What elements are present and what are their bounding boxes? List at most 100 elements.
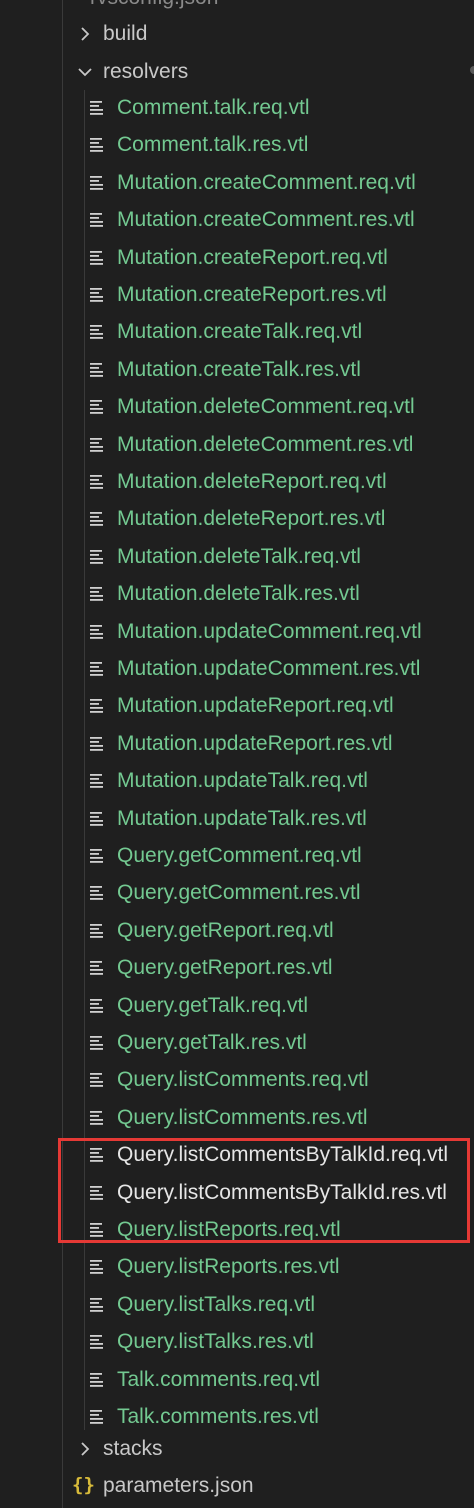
file-label: Query.listComments.res.vtl: [117, 1106, 368, 1129]
file-item[interactable]: Mutation.updateComment.req.vtl: [0, 613, 474, 650]
file-item[interactable]: Query.getTalk.res.vtl: [0, 1024, 474, 1061]
file-lines-icon: [90, 426, 107, 463]
file-item[interactable]: Query.listTalks.res.vtl: [0, 1323, 474, 1360]
file-item[interactable]: Mutation.updateReport.req.vtl: [0, 687, 474, 724]
file-item[interactable]: Query.getComment.req.vtl: [0, 837, 474, 874]
file-lines-icon: [90, 949, 107, 986]
file-label: Talk.comments.req.vtl: [117, 1368, 321, 1391]
file-parameters-json[interactable]: {} parameters.json: [0, 1467, 474, 1504]
file-item[interactable]: Mutation.updateComment.res.vtl: [0, 650, 474, 687]
file-item[interactable]: Query.listCommentsByTalkId.res.vtl: [0, 1174, 474, 1211]
file-item[interactable]: Query.listReports.res.vtl: [0, 1248, 474, 1285]
file-item[interactable]: Comment.talk.req.vtl: [0, 89, 474, 126]
file-item[interactable]: Query.getReport.req.vtl: [0, 912, 474, 949]
chevron-right-icon: [76, 1430, 94, 1467]
file-label: Mutation.createTalk.res.vtl: [117, 358, 361, 381]
file-lines-icon: [90, 1286, 107, 1323]
file-label: parameters.json: [103, 1474, 254, 1497]
file-item[interactable]: Mutation.createTalk.req.vtl: [0, 313, 474, 350]
folder-resolvers[interactable]: resolvers: [0, 53, 474, 90]
file-item[interactable]: Query.getReport.res.vtl: [0, 949, 474, 986]
file-item[interactable]: Mutation.createReport.req.vtl: [0, 239, 474, 276]
file-label: Query.getReport.res.vtl: [117, 956, 333, 979]
file-lines-icon: [90, 388, 107, 425]
file-label: Query.listCommentsByTalkId.res.vtl: [117, 1181, 447, 1204]
file-lines-icon: [90, 800, 107, 837]
file-item[interactable]: Mutation.createTalk.res.vtl: [0, 351, 474, 388]
folder-stacks[interactable]: stacks: [0, 1430, 474, 1467]
file-label: Mutation.deleteComment.res.vtl: [117, 433, 414, 456]
file-item[interactable]: Query.listReports.req.vtl: [0, 1211, 474, 1248]
file-label: Comment.talk.req.vtl: [117, 96, 310, 119]
file-lines-icon: [90, 1061, 107, 1098]
file-item[interactable]: Talk.comments.req.vtl: [0, 1361, 474, 1398]
file-item[interactable]: Query.listTalks.req.vtl: [0, 1286, 474, 1323]
file-item[interactable]: Query.listCommentsByTalkId.req.vtl: [0, 1136, 474, 1173]
file-explorer: rvsconfig.json build resolvers Comment.t…: [0, 0, 474, 1508]
file-lines-icon: [90, 164, 107, 201]
file-lines-icon: [90, 613, 107, 650]
file-item[interactable]: Mutation.updateTalk.res.vtl: [0, 800, 474, 837]
file-label: Mutation.updateComment.req.vtl: [117, 620, 422, 643]
json-braces-icon: {}: [72, 1474, 95, 1496]
file-item[interactable]: Mutation.updateReport.res.vtl: [0, 725, 474, 762]
folder-build[interactable]: build: [0, 15, 474, 52]
clipped-file-label[interactable]: rvsconfig.json: [90, 0, 218, 10]
file-lines-icon: [90, 89, 107, 126]
folder-label: build: [103, 22, 148, 45]
file-label: Query.getReport.req.vtl: [117, 919, 334, 942]
file-lines-icon: [90, 1211, 107, 1248]
folder-label: resolvers: [103, 60, 189, 83]
file-label: Query.listTalks.res.vtl: [117, 1330, 314, 1353]
file-lines-icon: [90, 276, 107, 313]
file-lines-icon: [90, 351, 107, 388]
file-lines-icon: [90, 575, 107, 612]
file-item[interactable]: Mutation.deleteComment.res.vtl: [0, 426, 474, 463]
file-lines-icon: [90, 500, 107, 537]
file-lines-icon: [90, 1136, 107, 1173]
file-item[interactable]: Mutation.deleteTalk.req.vtl: [0, 538, 474, 575]
file-lines-icon: [90, 1361, 107, 1398]
file-lines-icon: [90, 463, 107, 500]
file-item[interactable]: Mutation.deleteReport.req.vtl: [0, 463, 474, 500]
file-label: Mutation.updateTalk.req.vtl: [117, 769, 368, 792]
folder-label: stacks: [103, 1437, 163, 1460]
file-item[interactable]: Mutation.createComment.res.vtl: [0, 201, 474, 238]
file-label: Query.listReports.req.vtl: [117, 1218, 341, 1241]
file-item[interactable]: Mutation.updateTalk.req.vtl: [0, 762, 474, 799]
file-lines-icon: [90, 650, 107, 687]
file-lines-icon: [90, 912, 107, 949]
file-item[interactable]: Mutation.deleteTalk.res.vtl: [0, 575, 474, 612]
file-label: Mutation.updateReport.req.vtl: [117, 694, 394, 717]
file-item[interactable]: Mutation.createReport.res.vtl: [0, 276, 474, 313]
file-lines-icon: [90, 725, 107, 762]
file-item[interactable]: Query.listComments.req.vtl: [0, 1061, 474, 1098]
file-item[interactable]: Query.getComment.res.vtl: [0, 874, 474, 911]
file-lines-icon: [90, 874, 107, 911]
file-label: Query.listTalks.req.vtl: [117, 1293, 315, 1316]
file-label: Query.listComments.req.vtl: [117, 1068, 369, 1091]
file-lines-icon: [90, 762, 107, 799]
file-label: Mutation.updateTalk.res.vtl: [117, 807, 367, 830]
file-label: Comment.talk.res.vtl: [117, 133, 309, 156]
file-item[interactable]: Query.getTalk.req.vtl: [0, 987, 474, 1024]
file-lines-icon: [90, 687, 107, 724]
file-label: Query.listReports.res.vtl: [117, 1255, 340, 1278]
file-lines-icon: [90, 1248, 107, 1285]
file-lines-icon: [90, 126, 107, 163]
file-item[interactable]: Mutation.deleteReport.res.vtl: [0, 500, 474, 537]
file-lines-icon: [90, 313, 107, 350]
chevron-down-icon: [76, 53, 94, 90]
file-item[interactable]: Mutation.deleteComment.req.vtl: [0, 388, 474, 425]
file-lines-icon: [90, 1323, 107, 1360]
file-label: Query.getComment.res.vtl: [117, 881, 361, 904]
file-lines-icon: [90, 538, 107, 575]
file-item[interactable]: Mutation.createComment.req.vtl: [0, 164, 474, 201]
file-lines-icon: [90, 1174, 107, 1211]
file-label: Mutation.createTalk.req.vtl: [117, 320, 363, 343]
file-item[interactable]: Query.listComments.res.vtl: [0, 1099, 474, 1136]
file-lines-icon: [90, 1024, 107, 1061]
file-item[interactable]: Comment.talk.res.vtl: [0, 126, 474, 163]
file-lines-icon: [90, 837, 107, 874]
file-lines-icon: [90, 201, 107, 238]
